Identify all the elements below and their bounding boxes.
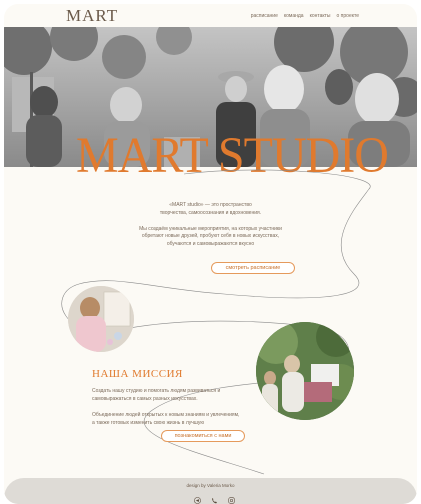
nav-item-team[interactable]: команда — [284, 13, 304, 19]
intro-paragraph-2: Мы создаём уникальные мероприятия, на ко… — [139, 225, 282, 248]
footer: design by Valeria Morko — [4, 478, 417, 504]
nav-item-schedule[interactable]: расписание — [251, 13, 278, 19]
top-nav: MART расписание команда контакты о проек… — [4, 4, 417, 28]
telegram-icon[interactable] — [194, 491, 201, 504]
phone-icon[interactable] — [211, 491, 218, 504]
view-schedule-button[interactable]: смотреть расписание — [211, 262, 295, 274]
footer-icons — [194, 491, 235, 504]
page: MART расписание команда контакты о проек… — [4, 4, 417, 504]
footer-credit: design by Valeria Morko — [186, 483, 235, 488]
workshop-photo-right — [256, 322, 354, 420]
meet-us-button[interactable]: познакомиться с нами — [161, 430, 245, 442]
nav-item-contacts[interactable]: контакты — [310, 13, 331, 19]
nav-item-about[interactable]: о проекте — [337, 13, 359, 19]
mission-paragraph-1: Создать нашу студию и помогать людям раз… — [92, 388, 221, 402]
mission-title: НАША МИССИЯ — [92, 368, 183, 380]
nav-menu: расписание команда контакты о проекте — [251, 13, 359, 19]
logo[interactable]: MART — [66, 6, 118, 26]
instagram-icon[interactable] — [228, 491, 235, 504]
mission-section: Создать нашу студию и помогать людям раз… — [92, 387, 242, 435]
intro-paragraph-1: «MART studio» — это пространство творчес… — [159, 202, 262, 216]
mission-paragraph-2: Объединение людей открытых к новым знани… — [92, 412, 240, 426]
intro-section: «MART studio» — это пространство творчес… — [4, 202, 417, 249]
workshop-photo-left — [68, 286, 134, 352]
